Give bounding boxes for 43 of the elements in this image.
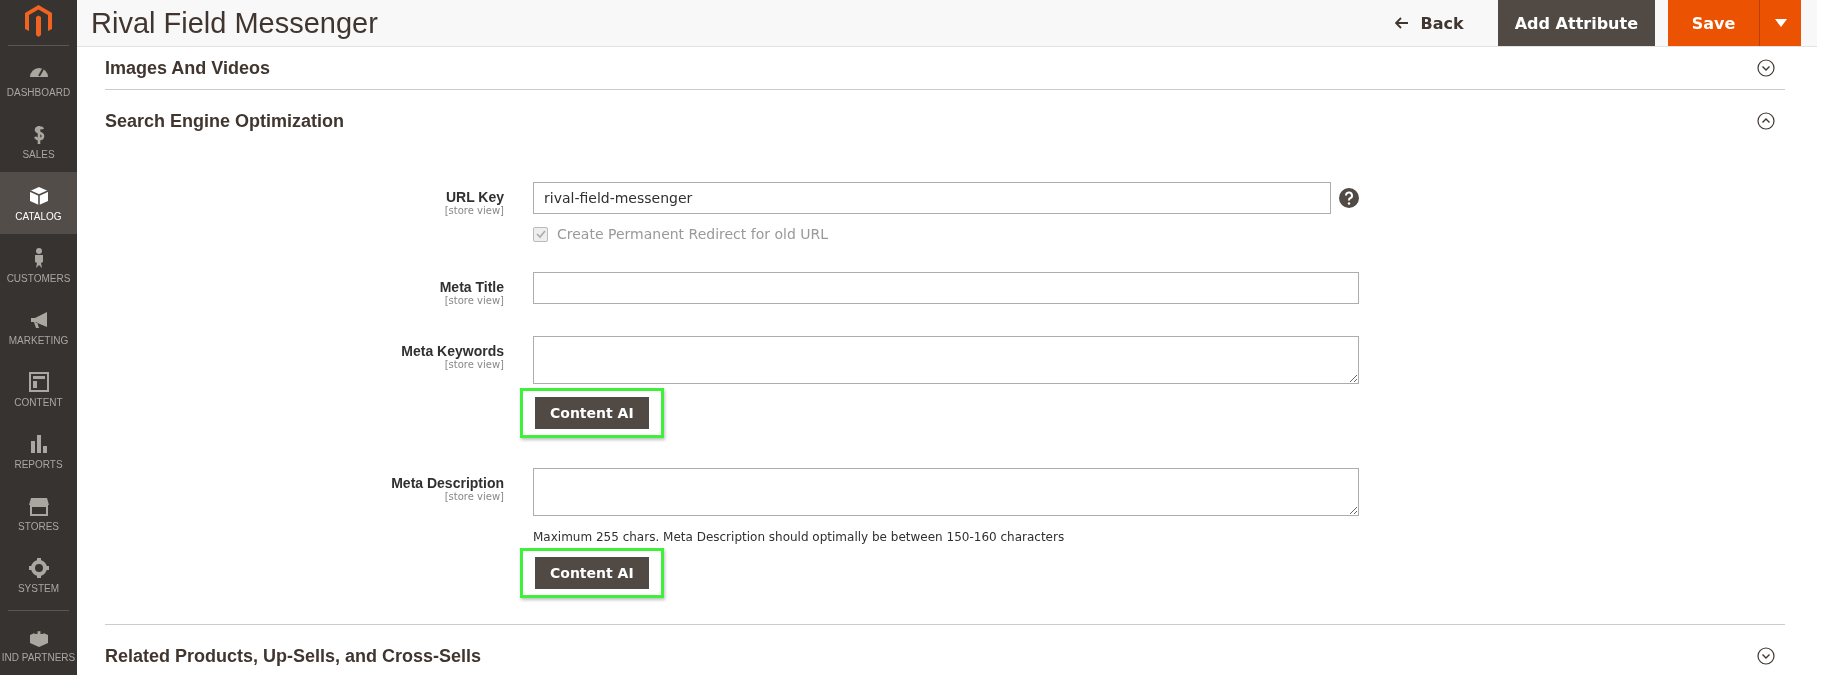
content-ai-button[interactable]: Content AI [535,397,649,429]
sidebar-item[interactable]: CUSTOMERS [0,234,77,296]
content-ai-button[interactable]: Content AI [535,557,649,589]
sidebar-item[interactable]: SYSTEM [0,544,77,606]
box-icon [27,184,50,207]
field-note: Maximum 255 chars. Meta Description should optimally be between 150-160 characters [533,530,1066,544]
section-header[interactable]: Related Products, Up-Sells, and Cross-Sells [105,625,1785,675]
sidebar-item[interactable]: DASHBOARD [0,48,77,110]
sidebar-item[interactable]: SALES [0,110,77,172]
sidebar-item[interactable]: CONTENT [0,358,77,420]
sidebar-item[interactable]: CATALOG [0,172,77,234]
text-area[interactable] [533,468,1359,516]
section-header[interactable]: Images And Videos [105,47,1785,89]
scope-label: [store view] [444,491,504,502]
chevron-up-icon [1757,112,1775,130]
back-button[interactable]: Back [1388,12,1470,34]
caret-icon [1774,19,1787,27]
checkbox-label: Create Permanent Redirect for old URL [557,226,828,242]
chevron-down-icon [1757,59,1775,77]
sidebar-item[interactable]: REPORTS [0,420,77,482]
field-label: Meta Title [439,279,504,295]
arrow-left-icon [1394,17,1409,29]
save-button[interactable]: Save [1668,0,1759,46]
settings-icon [27,556,50,579]
scope-label: [store view] [444,295,504,306]
save-options-button[interactable] [1759,0,1801,46]
scope-label: [store view] [444,359,504,370]
logo-icon [25,4,52,37]
field-label: Meta Keywords [401,343,504,359]
sidebar-item[interactable]: MARKETING [0,296,77,358]
section-header[interactable]: Search Engine Optimization [105,90,1785,152]
add-attribute-button[interactable]: Add Attribute [1497,0,1655,46]
scope-label: [store view] [444,205,504,216]
sidebar-item[interactable]: IND PARTNERS [0,613,77,675]
text-field[interactable]: rival-field-messenger [533,182,1331,214]
text-field[interactable] [533,272,1359,304]
field-label: Meta Description [391,475,504,491]
layout-icon [27,370,50,393]
text-area[interactable] [533,336,1359,384]
sidebar-item[interactable]: STORES [0,482,77,544]
page-title: Rival Field Messenger [91,6,379,40]
field-label: URL Key [445,189,504,205]
chevron-down-icon [1757,647,1775,665]
